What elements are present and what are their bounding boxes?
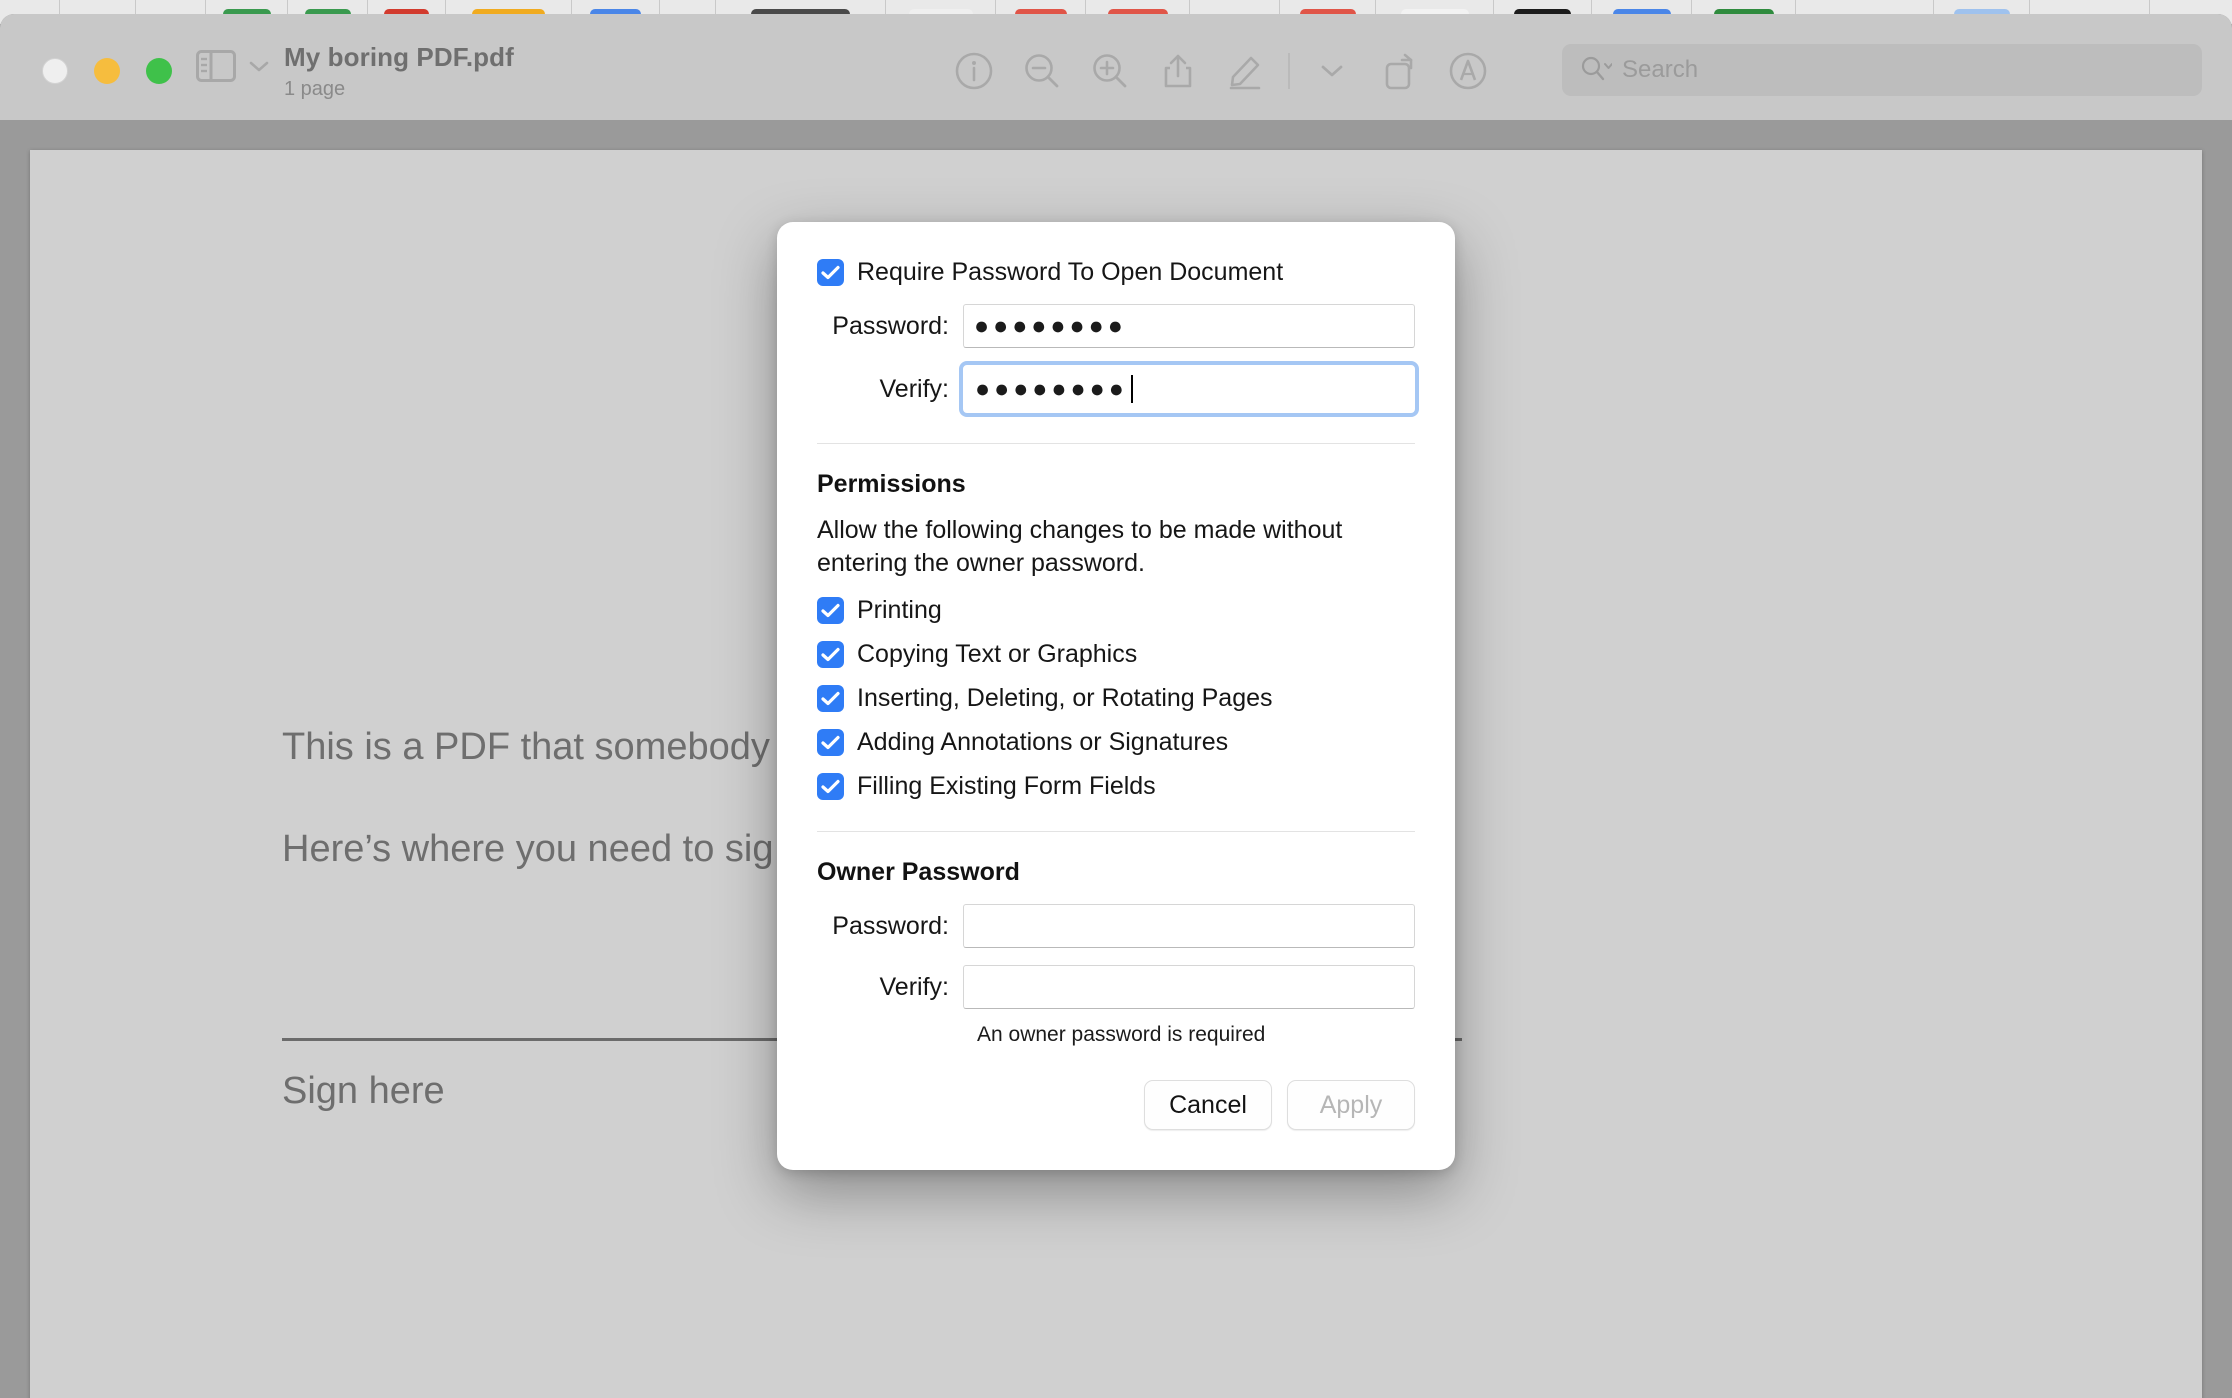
user-password-label: Password: [832, 311, 949, 340]
permission-label: Copying Text or Graphics [857, 640, 1138, 668]
dialog-button-bar: Cancel Apply [1144, 1080, 1415, 1130]
pdf-sign-here-label: Sign here [282, 1070, 445, 1112]
search-placeholder: Search [1622, 56, 1699, 83]
dialog-divider-top [817, 443, 1415, 444]
chevron-down-icon[interactable] [1298, 42, 1366, 100]
maximize-button[interactable] [146, 58, 172, 84]
user-verify-row: Verify: ●●●●●●●● [817, 365, 1415, 413]
user-verify-label: Verify: [879, 374, 949, 403]
sidebar-icon [196, 50, 236, 82]
permissions-list: Printing Copying Text or Graphics Insert… [817, 596, 1415, 801]
user-password-value: ●●●●●●●● [974, 311, 1127, 340]
page-count-label: 1 page [284, 78, 346, 100]
permission-checkbox-form-fields[interactable] [817, 773, 844, 800]
owner-verify-row: Verify: [817, 965, 1415, 1009]
permission-label: Adding Annotations or Signatures [857, 728, 1229, 756]
zoom-in-icon[interactable] [1076, 42, 1144, 100]
user-verify-input[interactable]: ●●●●●●●● [963, 365, 1415, 413]
require-password-label: Require Password To Open Document [857, 258, 1284, 286]
owner-password-row: Password: [817, 904, 1415, 948]
info-icon[interactable] [940, 42, 1008, 100]
cancel-button[interactable]: Cancel [1144, 1080, 1272, 1130]
search-input[interactable]: Search [1562, 44, 2202, 96]
permissions-heading: Permissions [817, 470, 966, 498]
permission-label: Filling Existing Form Fields [857, 772, 1156, 800]
owner-password-heading: Owner Password [817, 858, 1020, 886]
permission-item[interactable]: Adding Annotations or Signatures [817, 728, 1415, 757]
markup-pen-icon[interactable] [1212, 42, 1280, 100]
permission-checkbox-copying[interactable] [817, 641, 844, 668]
rotate-icon[interactable] [1366, 42, 1434, 100]
toolbar [940, 42, 1502, 100]
apply-button[interactable]: Apply [1287, 1080, 1415, 1130]
pdf-text-line-1: This is a PDF that somebody [282, 726, 770, 768]
pdf-text-line-2: Here’s where you need to sig [282, 828, 774, 870]
permission-item[interactable]: Copying Text or Graphics [817, 640, 1415, 669]
minimize-button[interactable] [94, 58, 120, 84]
permission-item[interactable]: Printing [817, 596, 1415, 625]
permission-label: Printing [857, 596, 942, 624]
permission-item[interactable]: Inserting, Deleting, or Rotating Pages [817, 684, 1415, 713]
user-password-row: Password: ●●●●●●●● [817, 304, 1415, 348]
text-cursor [1130, 375, 1133, 403]
share-icon[interactable] [1144, 42, 1212, 100]
sidebar-toggle-button[interactable] [196, 50, 270, 82]
user-password-input[interactable]: ●●●●●●●● [963, 304, 1415, 348]
chevron-down-icon [248, 59, 270, 73]
permissions-description: Allow the following changes to be made w… [817, 516, 1343, 577]
dialog-divider-bottom [817, 831, 1415, 832]
permission-checkbox-printing[interactable] [817, 597, 844, 624]
owner-verify-input[interactable] [963, 965, 1415, 1009]
owner-verify-label: Verify: [879, 972, 949, 1001]
window-titlebar: My boring PDF.pdf 1 page Search [0, 14, 2232, 120]
permission-label: Inserting, Deleting, or Rotating Pages [857, 684, 1273, 712]
search-icon [1580, 55, 1613, 86]
pdf-permissions-dialog: Require Password To Open Document Passwo… [777, 222, 1455, 1170]
close-button[interactable] [42, 58, 68, 84]
permission-checkbox-annotations[interactable] [817, 729, 844, 756]
page-title: My boring PDF.pdf [284, 42, 514, 72]
permission-checkbox-inserting[interactable] [817, 685, 844, 712]
document-title-block: My boring PDF.pdf 1 page [284, 42, 514, 101]
owner-password-required-hint: An owner password is required [977, 1023, 1266, 1046]
user-verify-value: ●●●●●●●● [975, 374, 1128, 403]
traffic-lights [42, 58, 172, 84]
owner-password-label: Password: [832, 911, 949, 940]
sign-icon[interactable] [1434, 42, 1502, 100]
toolbar-divider [1288, 53, 1290, 89]
owner-password-input[interactable] [963, 904, 1415, 948]
require-password-checkbox[interactable] [817, 259, 844, 286]
permission-item[interactable]: Filling Existing Form Fields [817, 772, 1415, 801]
zoom-out-icon[interactable] [1008, 42, 1076, 100]
require-password-row[interactable]: Require Password To Open Document [817, 222, 1415, 287]
